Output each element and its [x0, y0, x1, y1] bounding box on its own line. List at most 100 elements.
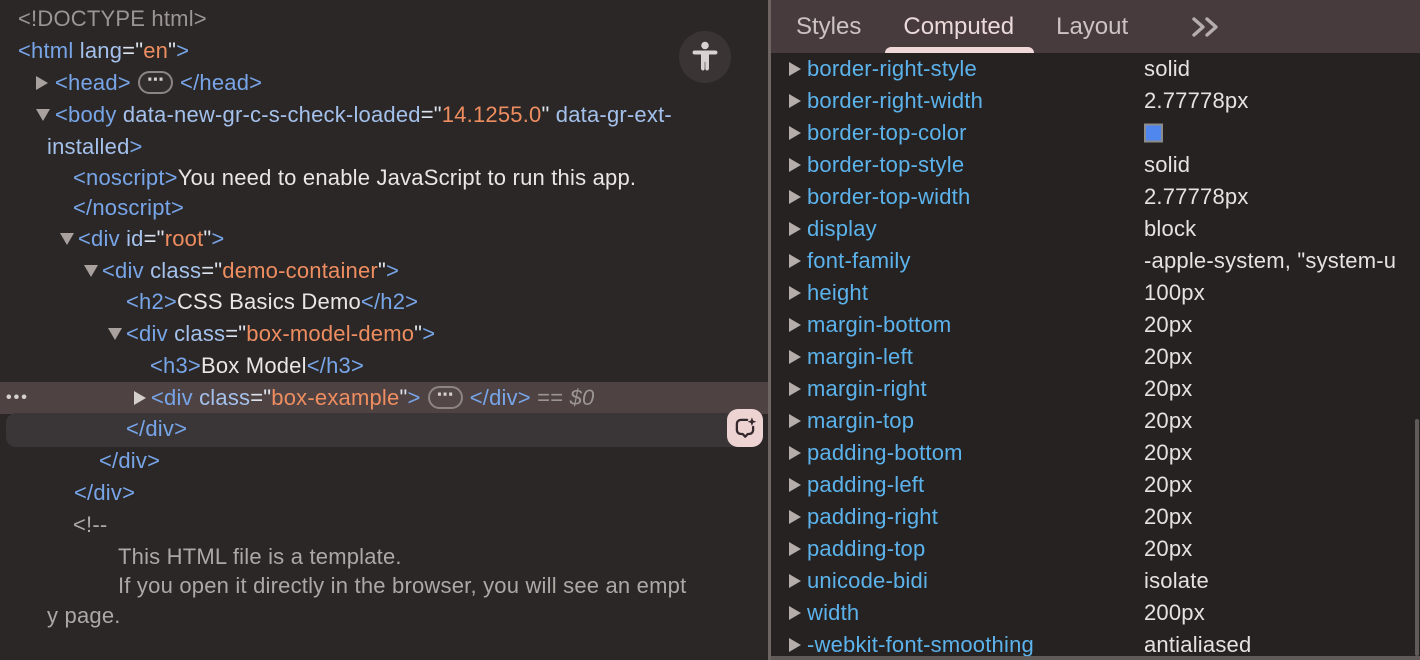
dom-tree-row[interactable]: </noscript> [0, 192, 768, 224]
node-markup: y page. [47, 603, 121, 629]
expand-arrow-icon[interactable] [789, 446, 801, 460]
expand-arrow-icon[interactable] [789, 350, 801, 364]
expand-arrow-icon[interactable] [789, 414, 801, 428]
computed-property-row[interactable]: margin-right20px [771, 373, 1420, 405]
computed-property-row[interactable]: margin-bottom20px [771, 309, 1420, 341]
computed-property-row[interactable]: border-top-width2.77778px [771, 181, 1420, 213]
property-value: 20px [1144, 440, 1193, 466]
expand-arrow-icon[interactable] [789, 222, 801, 236]
ai-assistance-badge[interactable] [727, 409, 763, 447]
computed-property-row[interactable]: font-family-apple-system, "system-u [771, 245, 1420, 277]
expand-arrow-icon[interactable] [789, 382, 801, 396]
computed-property-row[interactable]: padding-left20px [771, 469, 1420, 501]
expand-arrow-icon[interactable] [789, 542, 801, 556]
computed-property-row[interactable]: margin-left20px [771, 341, 1420, 373]
property-name: -webkit-font-smoothing [807, 632, 1034, 658]
attribute-value: root [165, 226, 204, 251]
dom-tree-row[interactable]: If you open it directly in the browser, … [0, 570, 768, 602]
expand-arrow-icon[interactable] [789, 638, 801, 652]
tab-label: Computed [903, 13, 1014, 41]
dom-tree-row[interactable]: </div> [0, 445, 768, 477]
collapsed-content-pill[interactable]: ⋯ [138, 71, 173, 94]
color-swatch [1144, 124, 1163, 143]
dom-tree-row[interactable]: <noscript>You need to enable JavaScript … [0, 162, 768, 194]
expand-arrow-icon[interactable] [789, 318, 801, 332]
expand-arrow-icon[interactable] [108, 328, 122, 340]
dom-tree-row[interactable]: </div> [0, 413, 768, 445]
property-name: display [807, 216, 877, 242]
expand-arrow-icon[interactable] [36, 76, 48, 90]
vertical-scrollbar[interactable] [1415, 419, 1419, 656]
dom-tree-row[interactable]: <h3>Box Model</h3> [0, 350, 768, 382]
computed-property-row[interactable]: border-top-color [771, 117, 1420, 149]
dom-tree-row-selected[interactable]: •••<div class="box-example">⋯</div> == $… [0, 382, 768, 414]
computed-property-row[interactable]: padding-bottom20px [771, 437, 1420, 469]
collapsed-content-pill[interactable]: ⋯ [428, 386, 463, 409]
tab-layout[interactable]: Layout [1056, 0, 1128, 53]
computed-property-row[interactable]: height100px [771, 277, 1420, 309]
dom-tree-row[interactable]: This HTML file is a template. [0, 541, 768, 573]
attribute-value: en [143, 38, 168, 63]
computed-property-row[interactable]: padding-right20px [771, 501, 1420, 533]
computed-property-row[interactable]: unicode-bidiisolate [771, 565, 1420, 597]
punctuation-token: =" [201, 258, 222, 283]
expand-arrow-icon[interactable] [789, 126, 801, 140]
tag-token: > [386, 258, 399, 283]
devtools-window: <!DOCTYPE html><html lang="en"><head>⋯</… [0, 0, 1420, 660]
more-tabs-button[interactable] [1190, 16, 1222, 38]
tab-styles[interactable]: Styles [796, 0, 861, 53]
expand-arrow-icon[interactable] [36, 109, 50, 121]
accessibility-overlay-button[interactable] [679, 31, 731, 83]
overflow-dots-icon[interactable]: ••• [6, 389, 29, 407]
dom-tree-row[interactable]: <html lang="en"> [0, 35, 768, 67]
dom-tree-row[interactable]: <body data-new-gr-c-s-check-loaded="14.1… [0, 99, 768, 131]
tab-computed[interactable]: Computed [903, 0, 1014, 53]
dom-tree-row[interactable]: <div class="box-model-demo"> [0, 318, 768, 350]
dom-tree-row[interactable]: y page. [0, 600, 768, 632]
dom-tree-row[interactable]: <!-- [0, 509, 768, 541]
node-markup: If you open it directly in the browser, … [118, 573, 686, 599]
expand-arrow-icon[interactable] [789, 286, 801, 300]
dom-tree-row[interactable]: installed> [0, 131, 768, 163]
node-markup: <noscript>You need to enable JavaScript … [73, 165, 636, 191]
tag-token: > [176, 38, 189, 63]
expand-arrow-icon[interactable] [789, 158, 801, 172]
node-markup: <h2>CSS Basics Demo</h2> [126, 289, 418, 315]
dom-tree-row[interactable]: <div id="root"> [0, 223, 768, 255]
expand-arrow-icon[interactable] [789, 510, 801, 524]
expand-arrow-icon[interactable] [789, 478, 801, 492]
computed-property-row[interactable]: displayblock [771, 213, 1420, 245]
computed-property-row[interactable]: border-right-stylesolid [771, 53, 1420, 85]
dom-tree-row[interactable]: <!DOCTYPE html> [0, 3, 768, 35]
computed-property-row[interactable]: width200px [771, 597, 1420, 629]
computed-property-row[interactable]: border-top-stylesolid [771, 149, 1420, 181]
property-name: margin-bottom [807, 312, 951, 338]
tag-token: <div [102, 258, 150, 283]
tag-token: <div [78, 226, 126, 251]
node-markup: <div class="box-model-demo"> [126, 321, 435, 347]
horizontal-scrollbar[interactable] [771, 656, 1420, 660]
expand-arrow-icon[interactable] [84, 265, 98, 277]
accessibility-person-icon [688, 40, 722, 74]
computed-property-row[interactable]: margin-top20px [771, 405, 1420, 437]
expand-arrow-icon[interactable] [789, 190, 801, 204]
dom-tree-row[interactable]: <head>⋯</head> [0, 67, 768, 99]
attribute-value: 14.1255.0 [442, 102, 542, 127]
computed-property-row[interactable]: border-right-width2.77778px [771, 85, 1420, 117]
node-markup: <h3>Box Model</h3> [150, 353, 364, 379]
node-markup: <body data-new-gr-c-s-check-loaded="14.1… [55, 102, 672, 128]
panel-divider[interactable] [768, 0, 771, 660]
expand-arrow-icon[interactable] [789, 574, 801, 588]
dom-tree-row[interactable]: <h2>CSS Basics Demo</h2> [0, 286, 768, 318]
expand-arrow-icon[interactable] [789, 94, 801, 108]
text-node: CSS Basics Demo [177, 289, 361, 314]
dom-tree-row[interactable]: </div> [0, 477, 768, 509]
expand-arrow-icon[interactable] [60, 233, 74, 245]
computed-property-row[interactable]: padding-top20px [771, 533, 1420, 565]
expand-arrow-icon[interactable] [789, 606, 801, 620]
expand-arrow-icon[interactable] [134, 391, 146, 405]
dom-tree-row[interactable]: <div class="demo-container"> [0, 255, 768, 287]
expand-arrow-icon[interactable] [789, 62, 801, 76]
expand-arrow-icon[interactable] [789, 254, 801, 268]
tag-token: > [130, 134, 143, 159]
